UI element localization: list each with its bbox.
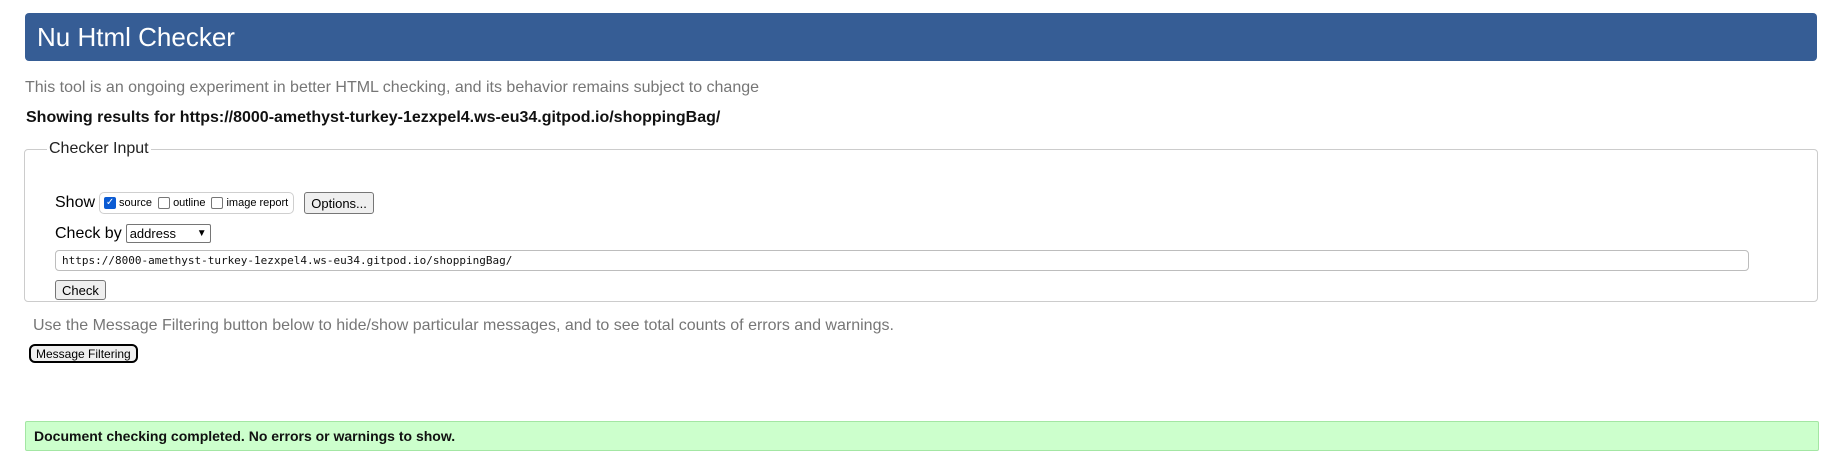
check-by-value: address bbox=[129, 226, 176, 241]
check-by-label: Check by bbox=[55, 224, 122, 242]
filter-note: Use the Message Filtering button below t… bbox=[33, 317, 894, 334]
option-source[interactable]: ✓ source bbox=[104, 197, 152, 209]
outline-checkbox[interactable] bbox=[158, 197, 171, 209]
result-success-message: Document checking completed. No errors o… bbox=[25, 421, 1819, 451]
checker-input-fieldset: Checker Input Show ✓ source outline imag… bbox=[24, 140, 1818, 302]
chevron-down-icon: ▼ bbox=[196, 228, 207, 239]
option-outline[interactable]: outline bbox=[158, 197, 205, 209]
message-filtering-button[interactable]: Message Filtering bbox=[29, 344, 138, 363]
option-source-label: source bbox=[119, 197, 153, 209]
option-image-report[interactable]: image report bbox=[211, 197, 288, 209]
option-outline-label: outline bbox=[173, 197, 206, 209]
check-button[interactable]: Check bbox=[55, 280, 106, 300]
source-checkbox[interactable]: ✓ bbox=[104, 197, 117, 209]
option-image-report-label: image report bbox=[226, 197, 289, 209]
show-label: Show bbox=[55, 194, 96, 211]
options-button[interactable]: Options... bbox=[304, 192, 374, 214]
check-by-row: Check by address ▼ bbox=[55, 224, 211, 243]
header-bar: Nu Html Checker bbox=[25, 13, 1817, 61]
result-success-text: Document checking completed. No errors o… bbox=[34, 428, 456, 444]
tagline: This tool is an ongoing experiment in be… bbox=[25, 79, 760, 96]
url-input[interactable]: https://8000-amethyst-turkey-1ezxpel4.ws… bbox=[55, 250, 1749, 271]
image-report-checkbox[interactable] bbox=[211, 197, 224, 209]
checker-input-legend: Checker Input bbox=[49, 140, 149, 157]
check-by-select[interactable]: address ▼ bbox=[125, 224, 211, 243]
showing-results: Showing results for https://8000-amethys… bbox=[26, 109, 721, 126]
url-input-value: https://8000-amethyst-turkey-1ezxpel4.ws… bbox=[62, 254, 513, 267]
page-title: Nu Html Checker bbox=[37, 21, 235, 52]
checker-page: Nu Html Checker This tool is an ongoing … bbox=[0, 0, 1842, 453]
show-options-row: Show ✓ source outline image report Optio… bbox=[55, 192, 374, 214]
show-options-group: ✓ source outline image report bbox=[99, 192, 295, 214]
